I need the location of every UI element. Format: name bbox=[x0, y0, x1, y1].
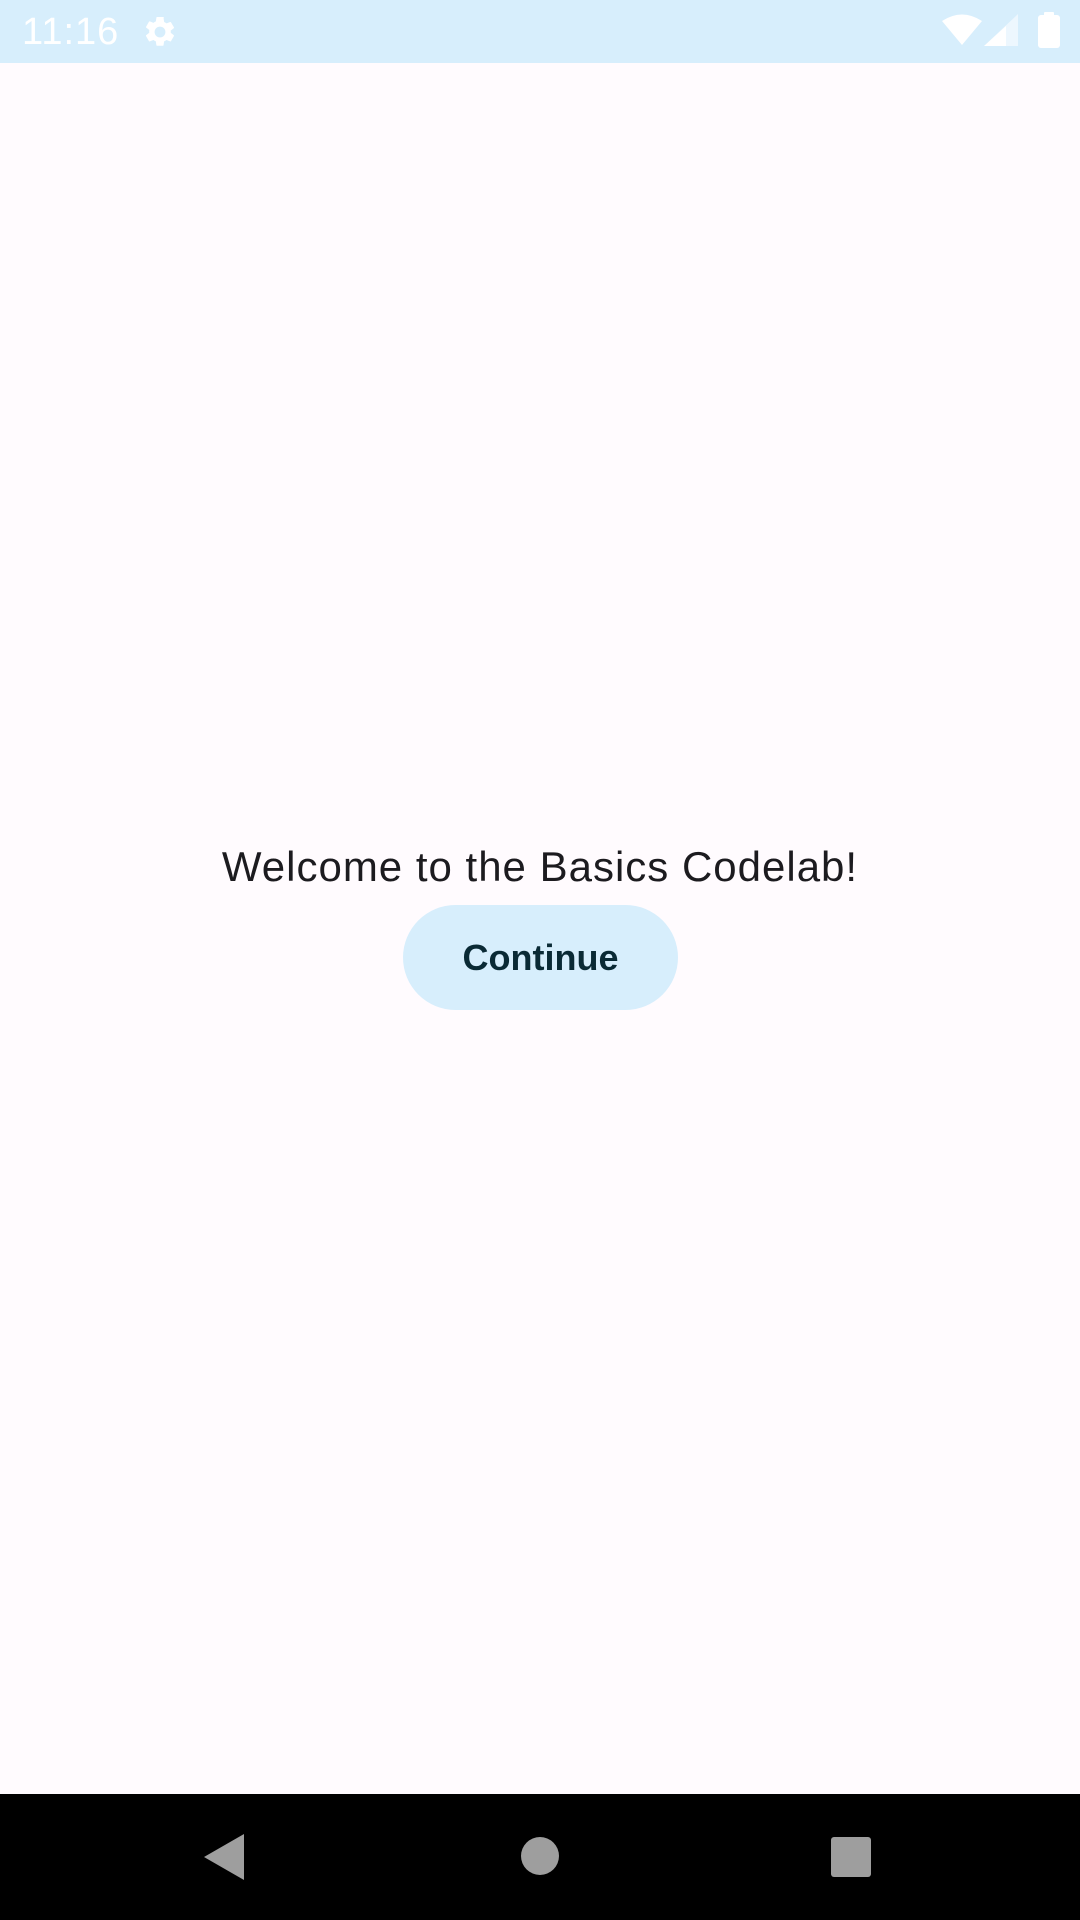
gear-icon bbox=[142, 14, 178, 50]
main-content: Welcome to the Basics Codelab! Continue bbox=[0, 63, 1080, 1794]
signal-icon bbox=[984, 14, 1020, 46]
status-time: 11:16 bbox=[22, 11, 120, 53]
recents-icon[interactable] bbox=[831, 1837, 871, 1877]
home-icon[interactable] bbox=[520, 1836, 560, 1876]
continue-button[interactable]: Continue bbox=[403, 905, 678, 1010]
welcome-text: Welcome to the Basics Codelab! bbox=[221, 843, 859, 890]
battery-icon bbox=[1038, 12, 1060, 48]
wifi-icon bbox=[942, 14, 982, 46]
status-bar: 11:16 bbox=[0, 0, 1080, 63]
back-icon[interactable] bbox=[204, 1834, 246, 1880]
navigation-bar bbox=[0, 1794, 1080, 1920]
